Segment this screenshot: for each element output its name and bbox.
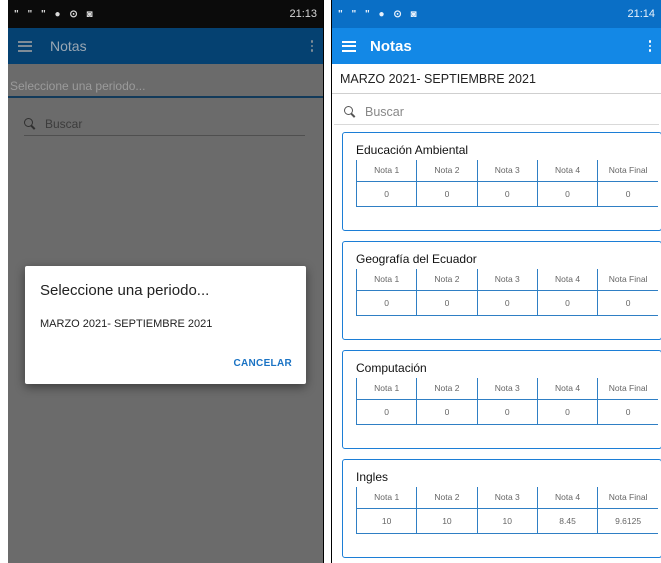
grade-header: Nota 3 — [476, 269, 538, 291]
period-dialog: Seleccione una periodo... MARZO 2021- SE… — [25, 266, 306, 384]
app-toolbar: Notas — [8, 28, 323, 64]
toolbar-title: Notas — [370, 37, 412, 55]
grade-table: Nota 1 Nota 2 Nota 3 Nota 4 Nota Final 0 0 0 0 0 — [355, 160, 658, 207]
status-bar: " " " ● ⊙ ◙ 21:14 — [332, 0, 661, 28]
search-input[interactable]: Buscar — [334, 99, 659, 125]
grade-value: 0 — [355, 399, 417, 425]
grade-header: Nota 1 — [355, 378, 417, 400]
grade-value: 10 — [355, 508, 417, 534]
subject-card[interactable]: Geografía del Ecuador Nota 1 Nota 2 Nota 3N… — [342, 241, 661, 340]
grade-header: Nota 4 — [536, 378, 598, 400]
grade-header-row: Nota 1 Nota 2 Nota 3 Nota 4 Nota Final — [355, 487, 658, 509]
status-icons: " " " ● ⊙ ◙ — [338, 8, 420, 20]
period-placeholder: Seleccione una periodo... — [10, 79, 146, 93]
search-placeholder: Buscar — [365, 104, 404, 119]
grade-header: Nota 1 — [355, 269, 417, 291]
subject-card[interactable]: Ingles Nota 1 Nota 2 Nota 3 Nota 4 Nota Final… — [342, 459, 661, 558]
dialog-title: Seleccione una periodo... — [40, 282, 210, 299]
grade-value: 0 — [597, 399, 658, 425]
grade-header: Nota 4 — [536, 487, 598, 509]
grade-header-row: Nota 1 Nota 2 Nota 3 Nota 4 Nota Final — [355, 378, 658, 400]
dialog-option-period[interactable]: MARZO 2021- SEPTIEMBRE 2021 — [40, 318, 212, 330]
grade-value: 10 — [476, 508, 538, 534]
grade-header: Nota Final — [597, 378, 658, 400]
grade-header-row: Nota 1 Nota 2 Nota 3 Nota 4 Nota Final — [355, 269, 658, 291]
search-icon — [24, 118, 35, 129]
grade-table: Nota 1 Nota 2 Nota 3 Nota 4 Nota Final 0 0 0 0 0 — [355, 378, 658, 425]
screenshot-frame: " " " ● ⊙ ◙ 21:13 Notas Seleccione una p… — [0, 0, 661, 563]
grade-header-row: Nota 1 Nota 2 Nota 3 Nota 4 Nota Final — [355, 160, 658, 182]
grade-value: 0 — [597, 290, 658, 316]
grade-header: Nota 4 — [536, 160, 598, 182]
grade-value: 0 — [536, 181, 598, 207]
grade-value: 0 — [476, 290, 538, 316]
status-icons: " " " ● ⊙ ◙ — [14, 8, 96, 20]
right-screen: " " " ● ⊙ ◙ 21:14 Notas MARZO 2021- SEPT… — [331, 0, 661, 563]
grade-value: 0 — [597, 181, 658, 207]
grade-header: Nota Final — [597, 160, 658, 182]
search-icon — [344, 106, 355, 117]
grade-header: Nota 1 — [355, 160, 417, 182]
grade-value: 0 — [355, 181, 417, 207]
grade-header: Nota Final — [597, 269, 658, 291]
grade-header: Nota 2 — [416, 160, 478, 182]
status-bar: " " " ● ⊙ ◙ 21:13 — [8, 0, 323, 28]
period-selector[interactable]: MARZO 2021- SEPTIEMBRE 2021 — [332, 64, 661, 94]
subject-name: Geografía del Ecuador — [356, 252, 477, 266]
subject-name: Ingles — [356, 470, 389, 484]
toolbar-title: Notas — [50, 38, 87, 54]
grade-table: Nota 1 Nota 2 Nota 3 Nota 4 Nota Final 10 10 10… — [355, 487, 658, 534]
more-vert-icon[interactable] — [648, 40, 651, 52]
status-time: 21:14 — [627, 8, 655, 20]
cancel-button[interactable]: CANCELAR — [233, 358, 292, 369]
grade-header: Nota 3 — [476, 487, 538, 509]
subject-card[interactable]: Educación Ambiental Nota 1 Nota 2 Nota 3 Not… — [342, 132, 661, 231]
status-time: 21:13 — [289, 8, 317, 20]
grade-value: 0 — [416, 290, 478, 316]
search-placeholder: Buscar — [45, 116, 83, 131]
grade-value: 0 — [416, 181, 478, 207]
grade-row: 10 10 10 8.45 9.6125 — [355, 508, 658, 534]
grade-value: 9.6125 — [597, 508, 658, 534]
grade-value: 0 — [476, 181, 538, 207]
grade-value: 0 — [536, 290, 598, 316]
grade-table: Nota 1 Nota 2 Nota 3 Nota 4 Nota Final 0 0 0 0 0 — [355, 269, 658, 316]
grade-row: 00000 — [355, 290, 658, 316]
menu-icon[interactable] — [342, 40, 356, 52]
subject-list: Educación Ambiental Nota 1 Nota 2 Nota 3 Not… — [342, 132, 661, 563]
grade-value: 0 — [536, 399, 598, 425]
grade-header: Nota 3 — [476, 378, 538, 400]
grade-header: Nota 2 — [416, 269, 478, 291]
grade-value: 10 — [416, 508, 478, 534]
grade-header: Nota 2 — [416, 378, 478, 400]
grade-value: 0 — [416, 399, 478, 425]
subject-card[interactable]: Computación Nota 1 Nota 2 Nota 3 Nota 4 Nota … — [342, 350, 661, 449]
grade-header: Nota 2 — [416, 487, 478, 509]
grade-row: 00000 — [355, 399, 658, 425]
grade-value: 0 — [355, 290, 417, 316]
grade-header: Nota 1 — [355, 487, 417, 509]
app-toolbar: Notas — [332, 28, 661, 64]
grade-value: 0 — [476, 399, 538, 425]
menu-icon[interactable] — [18, 40, 32, 52]
search-input[interactable]: Buscar — [24, 112, 305, 136]
grade-row: 00000 — [355, 181, 658, 207]
more-vert-icon[interactable] — [310, 40, 313, 52]
grade-header: Nota Final — [597, 487, 658, 509]
grade-header: Nota 3 — [476, 160, 538, 182]
subject-name: Computación — [356, 361, 427, 375]
grade-header: Nota 4 — [536, 269, 598, 291]
grade-value: 8.45 — [536, 508, 598, 534]
left-screen: " " " ● ⊙ ◙ 21:13 Notas Seleccione una p… — [8, 0, 324, 563]
subject-name: Educación Ambiental — [356, 143, 469, 157]
period-select-input[interactable]: Seleccione una periodo... — [8, 76, 323, 98]
